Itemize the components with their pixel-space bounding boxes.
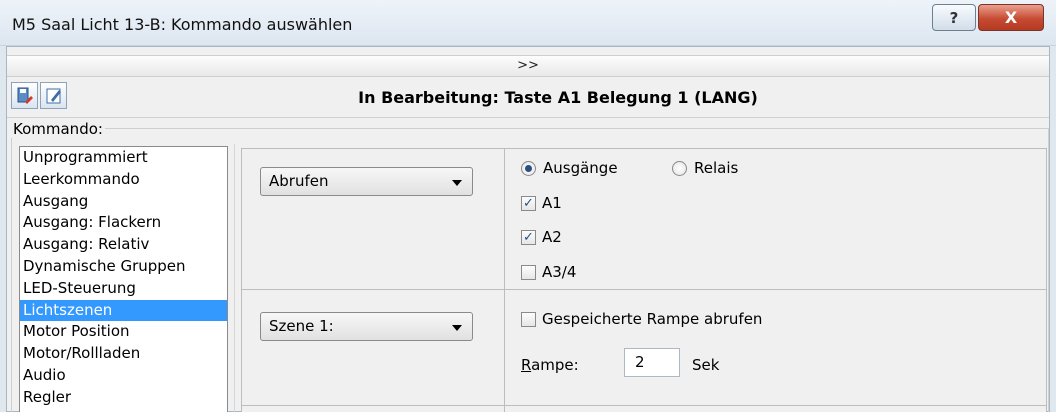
help-icon: ? [949,8,959,27]
toolbar: In Bearbeitung: Taste A1 Belegung 1 (LAN… [7,78,1049,118]
command-list-item[interactable]: Unprogrammiert [20,147,227,169]
rampe-label: Rampe: [521,356,579,374]
chevron-down-icon [452,325,462,331]
radio-ausgaenge[interactable]: Ausgänge [521,159,618,177]
title-bar: M5 Saal Licht 13-B: Kommando auswählen ?… [0,0,1056,46]
check-a1-box: ✓ [521,195,536,211]
command-list-item[interactable]: Dynamische Gruppen [20,256,227,278]
scene-dropdown[interactable]: Szene 1: [260,312,473,341]
window-title: M5 Saal Licht 13-B: Kommando auswählen [12,15,353,34]
command-list-item[interactable]: Ausgang: Relativ [20,234,227,256]
check-a34[interactable]: A3/4 [521,263,576,281]
edit-status-title: In Bearbeitung: Taste A1 Belegung 1 (LAN… [358,88,758,107]
close-icon: X [1004,8,1018,27]
check-a2[interactable]: ✓ A2 [521,228,562,246]
rampe-input[interactable]: 2 [624,348,680,377]
kommando-legend: Kommando: [11,120,105,138]
help-button[interactable]: ? [932,4,976,31]
check-a34-label: A3/4 [542,263,577,281]
command-list-item[interactable]: Audio [20,365,227,387]
mode-dropdown-value: Abrufen [269,172,329,190]
command-settings-panel: Abrufen Ausgänge Relais ✓ A1 ✓ A2 A3/4 S… [234,144,1049,412]
check-gespeicherte-rampe-box [521,311,536,327]
check-a1[interactable]: ✓ A1 [521,194,562,212]
section-divider [504,406,505,412]
command-list-item[interactable]: Ausgang [20,191,227,213]
radio-ausgaenge-label: Ausgänge [543,159,618,177]
output-section: Abrufen Ausgänge Relais ✓ A1 ✓ A2 A3/4 [241,148,1047,290]
scene-section: Szene 1: Gespeicherte Rampe abrufen Ramp… [241,289,1047,406]
rampe-label-accesskey: R [521,356,532,374]
radio-relais-label: Relais [694,159,739,177]
section-divider [504,290,505,405]
check-gespeicherte-rampe[interactable]: Gespeicherte Rampe abrufen [521,310,762,328]
check-a1-label: A1 [542,194,562,212]
scene-dropdown-value: Szene 1: [269,317,334,335]
check-a2-label: A2 [542,228,562,246]
command-list-item[interactable]: Motor/Rollladen [20,343,227,365]
section-divider [504,149,505,289]
command-list-item[interactable]: Leerkommando [20,169,227,191]
rampe-label-rest: ampe: [531,356,579,374]
command-list-item[interactable]: Lichtszenen [20,299,227,322]
check-a34-box [521,264,536,280]
command-list-item[interactable]: LED-Steuerung [20,278,227,300]
rampe-unit: Sek [692,356,720,374]
next-section [241,405,1047,412]
expand-toggle[interactable]: >> [7,55,1049,77]
radio-relais-indicator [672,160,687,176]
chevron-down-icon [452,180,462,186]
command-list-item[interactable]: Motor Position [20,321,227,343]
check-gespeicherte-rampe-label: Gespeicherte Rampe abrufen [542,310,763,328]
command-list[interactable]: Unprogrammiert Leerkommando Ausgang Ausgang… [19,146,228,412]
mode-dropdown[interactable]: Abrufen [260,167,473,196]
command-list-item[interactable]: Ausgang: Flackern [20,212,227,234]
dialog-client: >> In Bearbeitung: Taste A1 Belegung 1 (… [6,46,1050,412]
close-button[interactable]: X [978,4,1044,31]
radio-relais[interactable]: Relais [672,159,738,177]
command-list-item[interactable]: Regler [20,387,227,409]
radio-ausgaenge-indicator [521,160,536,176]
check-a2-box: ✓ [521,229,536,245]
